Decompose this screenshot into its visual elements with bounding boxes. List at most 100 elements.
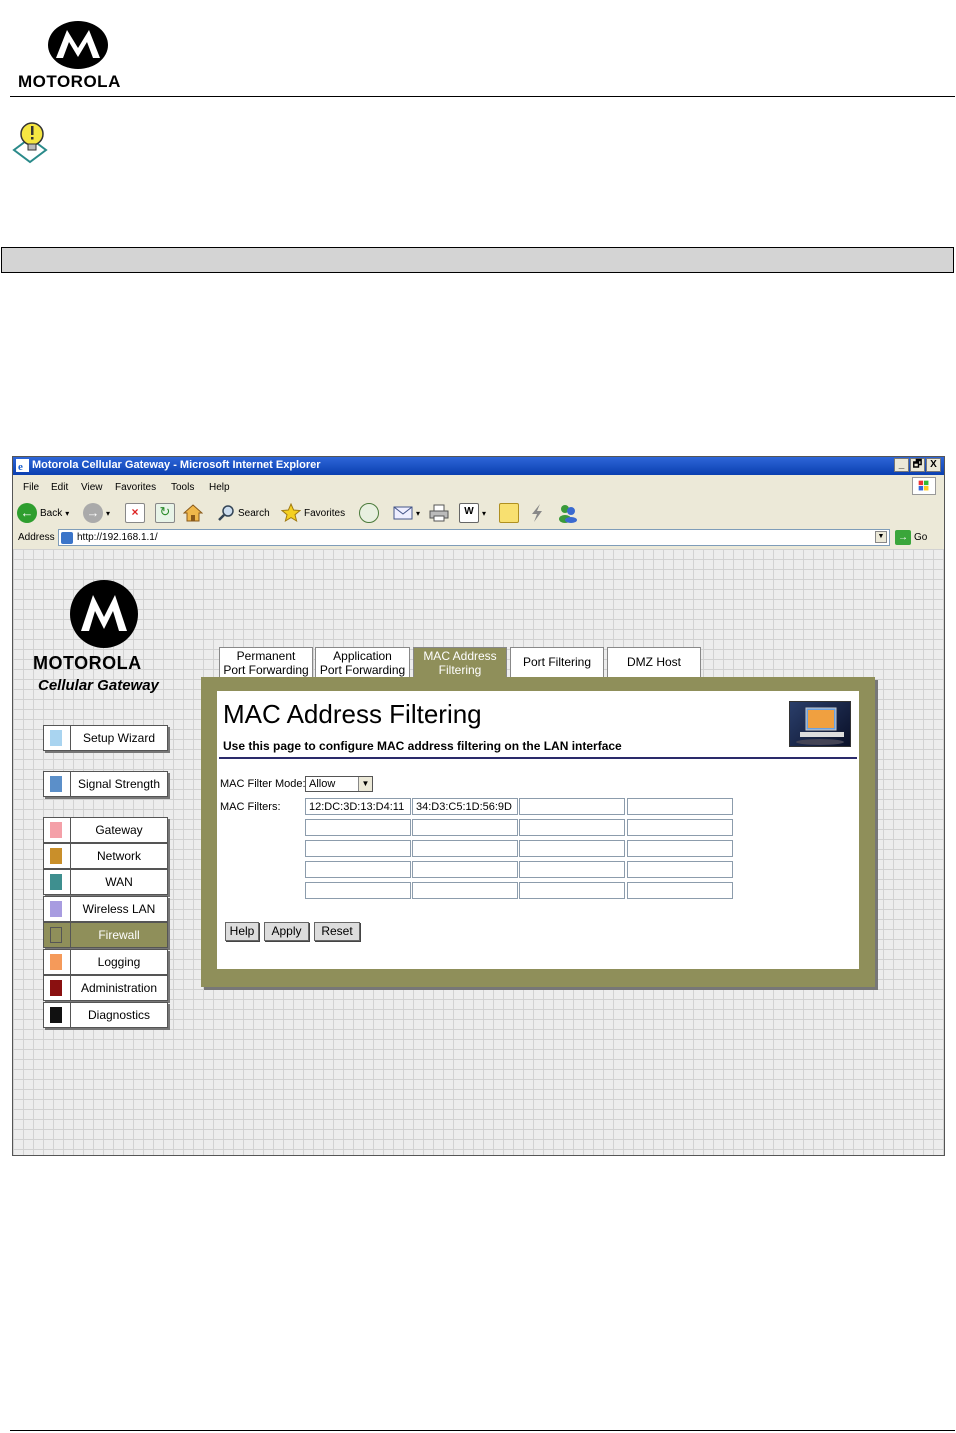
apply-button[interactable]: Apply	[264, 922, 309, 941]
mac-filter-input[interactable]	[627, 819, 733, 836]
nav-swatch	[50, 980, 62, 996]
tab-line2: Filtering	[438, 663, 482, 677]
favorites-button[interactable]: Favorites	[281, 502, 345, 524]
stop-button[interactable]: ×	[125, 502, 145, 524]
refresh-icon: ↻	[155, 503, 175, 523]
nav-network[interactable]: Network	[43, 843, 168, 869]
menu-file[interactable]: File	[23, 482, 39, 493]
tab-application-port-forwarding[interactable]: Application Port Forwarding	[315, 647, 410, 677]
menu-edit[interactable]: Edit	[51, 482, 68, 493]
mail-button[interactable]: ▾	[393, 502, 420, 524]
nav-swatch	[50, 954, 62, 970]
messenger-button[interactable]	[557, 502, 579, 524]
mac-filter-mode-value: Allow	[309, 778, 336, 790]
nav-signal-strength[interactable]: Signal Strength	[43, 771, 168, 797]
mac-filter-input[interactable]	[627, 840, 733, 857]
mac-filter-input[interactable]	[519, 840, 625, 857]
back-button[interactable]: ← Back ▾	[17, 502, 69, 524]
mac-filter-input[interactable]	[627, 861, 733, 878]
mac-filter-input[interactable]	[519, 798, 625, 815]
mac-filter-input[interactable]	[627, 882, 733, 899]
nav-wireless-lan[interactable]: Wireless LAN	[43, 896, 168, 922]
mac-filter-input[interactable]	[519, 861, 625, 878]
page-description: Use this page to configure MAC address f…	[223, 739, 622, 753]
mac-filter-input[interactable]	[305, 861, 411, 878]
minimize-button[interactable]: _	[894, 458, 909, 472]
close-button[interactable]: X	[926, 458, 941, 472]
menu-view[interactable]: View	[81, 482, 103, 493]
mac-filter-input[interactable]	[305, 819, 411, 836]
address-input[interactable]: http://192.168.1.1/	[58, 529, 890, 546]
favorites-star-icon	[281, 503, 301, 523]
mac-filter-input[interactable]	[412, 861, 518, 878]
nav-swatch	[50, 927, 62, 943]
mac-filter-input[interactable]	[519, 882, 625, 899]
help-button[interactable]: Help	[225, 922, 259, 941]
nav-label: Gateway	[95, 823, 143, 837]
content-frame: MAC Address Filtering Use this page to c…	[201, 677, 875, 987]
mac-filter-input[interactable]	[519, 819, 625, 836]
menu-favorites[interactable]: Favorites	[115, 482, 156, 493]
address-bar: Address http://192.168.1.1/ ▼ → Go	[13, 529, 944, 547]
nav-label: WAN	[105, 875, 133, 889]
nav-label: Network	[96, 849, 141, 863]
tab-mac-address-filtering[interactable]: MAC Address Filtering	[413, 647, 507, 677]
address-dropdown-button[interactable]: ▼	[875, 531, 887, 543]
windows-flag-icon	[912, 477, 936, 495]
mac-filter-input[interactable]	[305, 840, 411, 857]
forward-arrow-icon: →	[83, 503, 103, 523]
search-button[interactable]: Search	[217, 502, 270, 524]
reset-button[interactable]: Reset	[314, 922, 360, 941]
nav-setup-wizard[interactable]: Setup Wizard	[43, 725, 168, 751]
history-button[interactable]	[359, 502, 379, 524]
maximize-button[interactable]: 🗗	[910, 458, 925, 472]
mac-filter-input[interactable]	[627, 798, 733, 815]
note-icon	[499, 503, 519, 523]
mail-dropdown-icon: ▾	[416, 508, 421, 518]
mac-filter-input[interactable]	[412, 882, 518, 899]
mac-filter-input[interactable]	[305, 882, 411, 899]
nav-firewall[interactable]: Firewall	[43, 922, 168, 948]
favorites-label: Favorites	[304, 507, 346, 519]
menu-help[interactable]: Help	[209, 482, 230, 493]
nav-gateway[interactable]: Gateway	[43, 817, 168, 843]
nav-diagnostics[interactable]: Diagnostics	[43, 1002, 168, 1028]
mac-filter-input[interactable]	[412, 840, 518, 857]
go-button[interactable]: → Go	[895, 529, 927, 546]
history-icon	[359, 503, 379, 523]
doc-footer-divider	[10, 1430, 955, 1431]
refresh-button[interactable]: ↻	[155, 502, 175, 524]
research-button[interactable]	[527, 502, 547, 524]
mac-filter-input[interactable]	[412, 819, 518, 836]
tab-dmz-host[interactable]: DMZ Host	[607, 647, 701, 677]
gateway-brand: MOTOROLA	[33, 653, 142, 673]
menu-tools[interactable]: Tools	[171, 482, 194, 493]
nav-logging[interactable]: Logging	[43, 949, 168, 975]
print-button[interactable]	[429, 502, 449, 524]
home-button[interactable]	[183, 502, 203, 524]
tab-permanent-port-forwarding[interactable]: Permanent Port Forwarding	[219, 647, 313, 677]
tab-port-filtering[interactable]: Port Filtering	[510, 647, 604, 677]
nav-swatch	[50, 874, 62, 890]
edit-dropdown-icon: ▾	[482, 508, 487, 518]
discuss-button[interactable]	[499, 502, 519, 524]
forward-button[interactable]: → ▾	[83, 502, 110, 524]
nav-administration[interactable]: Administration	[43, 975, 168, 1001]
nav-swatch	[50, 901, 62, 917]
nav-swatch	[50, 776, 62, 792]
go-arrow-icon: →	[895, 530, 911, 545]
tab-line2: Port Forwarding	[319, 663, 406, 677]
tab-line1: Application	[333, 649, 392, 663]
mac-filter-input[interactable]	[305, 798, 411, 815]
mac-filter-mode-select[interactable]: Allow ▼	[305, 776, 373, 792]
nav-wan[interactable]: WAN	[43, 869, 168, 895]
page-icon	[61, 532, 73, 544]
edit-button[interactable]: W ▾	[459, 502, 486, 524]
go-label: Go	[914, 532, 928, 543]
tab-line1: Permanent	[236, 649, 296, 663]
mac-filter-input[interactable]	[412, 798, 518, 815]
mac-filter-mode-label: MAC Filter Mode:	[220, 778, 306, 790]
address-label: Address	[18, 532, 55, 543]
gateway-subtitle: Cellular Gateway	[38, 677, 159, 694]
nav-swatch	[50, 822, 62, 838]
